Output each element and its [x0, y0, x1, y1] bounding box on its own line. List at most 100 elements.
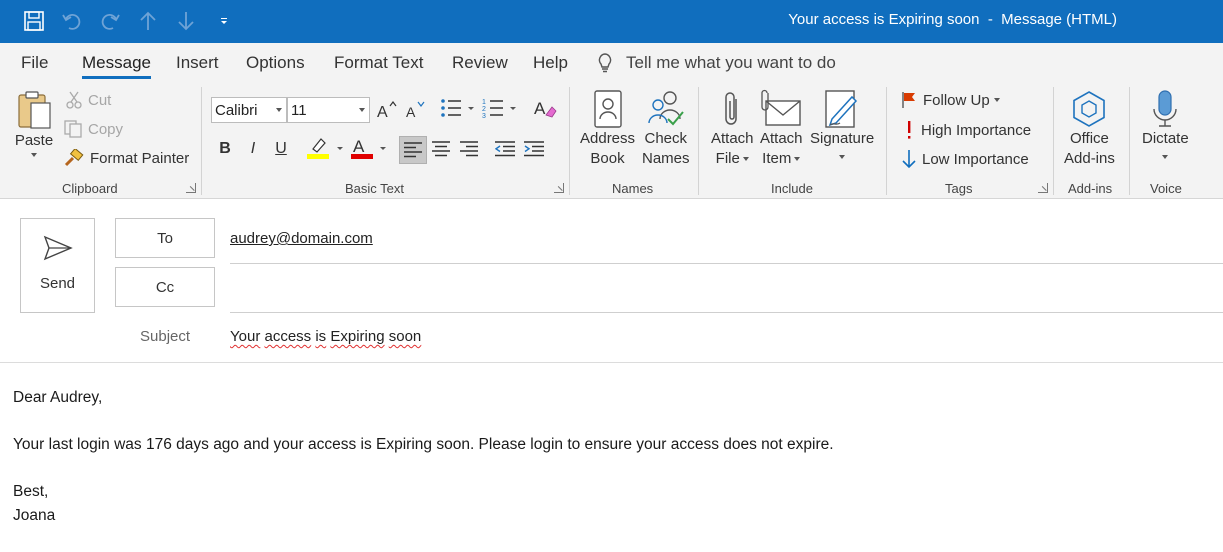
save-icon[interactable] [22, 9, 46, 33]
highlight-color-button[interactable] [304, 135, 346, 161]
font-size-select[interactable]: 11 [287, 97, 370, 123]
shrink-font-icon: A [406, 101, 425, 120]
font-name-select[interactable]: Calibri [211, 97, 287, 123]
flag-icon [902, 92, 915, 108]
down-arrow-icon[interactable] [174, 9, 198, 33]
tab-file[interactable]: File [21, 53, 48, 73]
check-names-button[interactable]: Check Names [642, 89, 690, 169]
office-addins-label-1: Office [1069, 130, 1109, 147]
body-divider [0, 362, 1223, 363]
group-divider [1129, 87, 1130, 195]
include-group-label: Include [771, 181, 813, 196]
bullets-button[interactable] [437, 95, 477, 121]
address-book-button[interactable]: Address Book [580, 89, 635, 169]
svg-text:3: 3 [482, 113, 486, 119]
underline-label: U [275, 140, 287, 157]
group-divider [698, 87, 699, 195]
follow-up-label: Follow Up [923, 91, 990, 109]
tab-help[interactable]: Help [533, 53, 568, 73]
italic-button[interactable]: I [240, 136, 266, 162]
clipboard-launcher-icon[interactable] [186, 183, 196, 193]
body-paragraph: Your last login was 176 days ago and you… [13, 436, 834, 453]
to-recipient[interactable]: audrey@domain.com [230, 230, 373, 247]
high-importance-button[interactable]: High Importance [903, 120, 1031, 140]
font-color-icon: A [351, 137, 386, 159]
voice-group-label: Voice [1150, 181, 1182, 196]
increase-indent-button[interactable] [521, 136, 547, 162]
address-book-label-1: Address [580, 130, 636, 147]
subject-word: access [264, 328, 312, 345]
align-right-button[interactable] [456, 136, 482, 162]
cc-button[interactable]: Cc [115, 267, 215, 307]
copy-label: Copy [88, 120, 124, 138]
subject-input[interactable]: Your access is Expiring soon [230, 328, 421, 345]
window-title: Your access is Expiring soon - Message (… [788, 11, 1117, 28]
tab-message[interactable]: Message [82, 53, 151, 79]
address-book-label-2: Book [590, 150, 625, 167]
message-body[interactable]: Dear Audrey, Your last login was 176 day… [13, 386, 834, 527]
up-arrow-icon[interactable] [136, 9, 160, 33]
chevron-down-icon [839, 155, 846, 159]
tags-launcher-icon[interactable] [1038, 183, 1048, 193]
clear-formatting-button[interactable]: A [532, 95, 558, 121]
underline-button[interactable]: U [268, 136, 294, 162]
body-closing: Best, [13, 483, 49, 500]
attach-file-button[interactable]: Attach File [711, 89, 754, 169]
paste-icon [18, 91, 51, 129]
shrink-font-button[interactable]: A [402, 97, 428, 123]
tab-format-text[interactable]: Format Text [334, 53, 423, 73]
grow-font-button[interactable]: A [374, 97, 400, 123]
cut-button[interactable]: Cut [66, 91, 111, 109]
low-importance-button[interactable]: Low Importance [902, 149, 1029, 169]
bold-button[interactable]: B [212, 136, 238, 162]
copy-icon [64, 120, 82, 138]
align-left-button[interactable] [399, 136, 427, 164]
chevron-down-icon [794, 157, 801, 162]
tell-me-search[interactable]: Tell me what you want to do [596, 52, 836, 74]
basic-text-launcher-icon[interactable] [554, 183, 564, 193]
chevron-down-icon [742, 157, 749, 162]
chevron-down-icon [993, 98, 1000, 102]
paste-button[interactable]: Paste [14, 89, 54, 157]
cc-input[interactable] [230, 270, 1220, 310]
office-addins-button[interactable]: Office Add-ins [1064, 89, 1115, 169]
follow-up-button[interactable]: Follow Up [901, 91, 1000, 109]
tab-review[interactable]: Review [452, 53, 508, 73]
to-button[interactable]: To [115, 218, 215, 258]
undo-icon[interactable] [60, 9, 84, 33]
align-center-button[interactable] [428, 136, 454, 162]
low-importance-label: Low Importance [922, 150, 1029, 168]
tab-insert[interactable]: Insert [176, 53, 219, 73]
font-size-value: 11 [291, 101, 307, 119]
tab-options[interactable]: Options [246, 53, 305, 73]
copy-button[interactable]: Copy [64, 120, 123, 138]
office-addins-icon [1073, 91, 1106, 127]
down-arrow-icon [902, 150, 916, 169]
ribbon-tabs: File Message Insert Options Format Text … [0, 43, 1223, 83]
numbering-button[interactable]: 123 [480, 95, 520, 121]
chevron-down-icon [1162, 155, 1169, 159]
names-group-label: Names [612, 181, 654, 196]
decrease-indent-button[interactable] [492, 136, 518, 162]
svg-text:1: 1 [482, 99, 486, 106]
addins-group-label: Add-ins [1068, 181, 1113, 196]
attach-item-button[interactable]: Attach Item [760, 89, 803, 169]
redo-icon[interactable] [98, 9, 122, 33]
to-field-underline [230, 263, 1223, 264]
format-painter-button[interactable]: Format Painter [64, 149, 189, 167]
office-addins-label-2: Add-ins [1064, 150, 1115, 167]
svg-text:A: A [377, 104, 388, 120]
dictate-button[interactable]: Dictate [1142, 89, 1189, 159]
italic-label: I [250, 140, 256, 157]
attach-file-label-2: File [715, 150, 740, 167]
customize-icon[interactable] [212, 9, 236, 33]
numbered-list-icon: 123 [482, 99, 516, 119]
font-color-button[interactable]: A [348, 135, 390, 161]
group-divider [201, 87, 202, 195]
send-button[interactable]: Send [20, 218, 95, 313]
grow-font-icon: A [377, 101, 397, 120]
align-center-icon [432, 141, 450, 157]
signature-button[interactable]: Signature [810, 89, 874, 159]
tags-group-label: Tags [945, 181, 973, 196]
subject-word: is [315, 328, 327, 345]
